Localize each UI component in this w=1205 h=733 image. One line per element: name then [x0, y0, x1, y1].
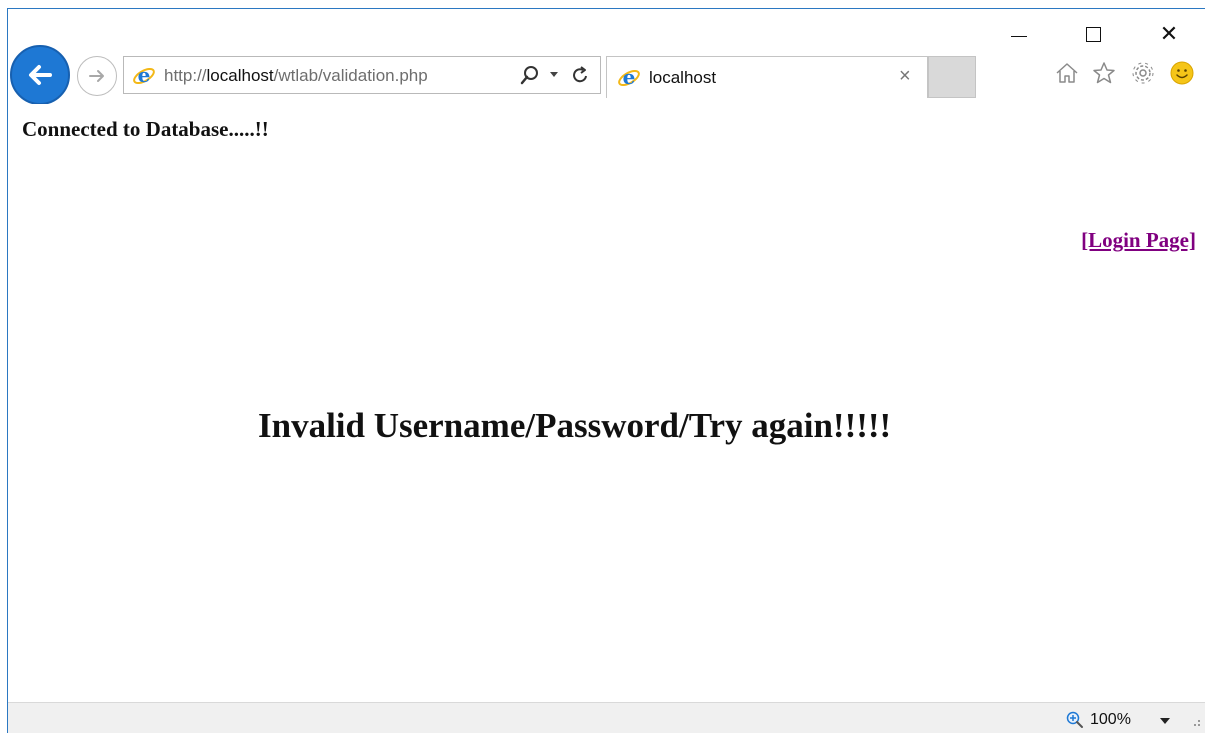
- svg-text:e: e: [623, 66, 636, 89]
- db-status-text: Connected to Database.....!!: [22, 117, 269, 141]
- settings-button[interactable]: [1128, 58, 1158, 88]
- back-arrow-icon: [29, 65, 52, 85]
- smiley-icon: [1170, 61, 1194, 85]
- login-page-link[interactable]: [Login Page]: [1081, 228, 1196, 253]
- new-tab-button[interactable]: [928, 56, 976, 98]
- tab-localhost[interactable]: e localhost ×: [606, 56, 928, 98]
- resize-grip-icon[interactable]: [1194, 720, 1200, 726]
- home-icon: [1056, 63, 1078, 83]
- window-top-border: [7, 8, 1205, 9]
- maximize-button[interactable]: [1070, 14, 1116, 54]
- url-path: /wtlab/validation.php: [273, 66, 428, 85]
- url-prefix: http://: [164, 66, 207, 85]
- refresh-icon[interactable]: [571, 65, 591, 85]
- url-host: localhost: [206, 66, 274, 85]
- home-button[interactable]: [1052, 58, 1082, 88]
- tab-close-icon[interactable]: ×: [899, 66, 911, 86]
- close-window-button[interactable]: ✕: [1146, 14, 1192, 54]
- ie-logo-icon: e: [618, 66, 640, 89]
- page-content: Connected to Database.....!! [Login Page…: [8, 104, 1205, 702]
- zoom-icon[interactable]: [1066, 711, 1084, 729]
- forward-button[interactable]: [77, 56, 117, 96]
- url-text[interactable]: http://localhost/wtlab/validation.php: [164, 66, 428, 86]
- tab-title: localhost: [649, 68, 717, 87]
- zoom-dropdown-icon[interactable]: [1160, 718, 1170, 724]
- star-icon: [1093, 62, 1115, 84]
- browser-window: ✕ e http://localhost/wtlab/validation.ph…: [0, 0, 1205, 733]
- status-bar: 100%: [8, 702, 1205, 733]
- favorites-button[interactable]: [1089, 58, 1119, 88]
- forward-arrow-icon: [89, 70, 104, 82]
- zoom-level[interactable]: 100%: [1090, 711, 1131, 729]
- back-button[interactable]: [10, 45, 70, 105]
- minimize-icon: [1011, 35, 1027, 37]
- minimize-button[interactable]: [996, 14, 1042, 54]
- address-bar[interactable]: e http://localhost/wtlab/validation.php: [123, 56, 601, 94]
- error-message: Invalid Username/Password/Try again!!!!!: [258, 406, 892, 445]
- dropdown-icon[interactable]: [550, 72, 558, 77]
- feedback-button[interactable]: [1167, 58, 1197, 88]
- close-icon: ✕: [1159, 21, 1179, 47]
- search-icon[interactable]: [519, 64, 541, 86]
- svg-text:e: e: [138, 64, 151, 87]
- maximize-icon: [1085, 26, 1101, 42]
- ie-logo-icon: e: [133, 64, 155, 87]
- gear-icon: [1132, 62, 1154, 84]
